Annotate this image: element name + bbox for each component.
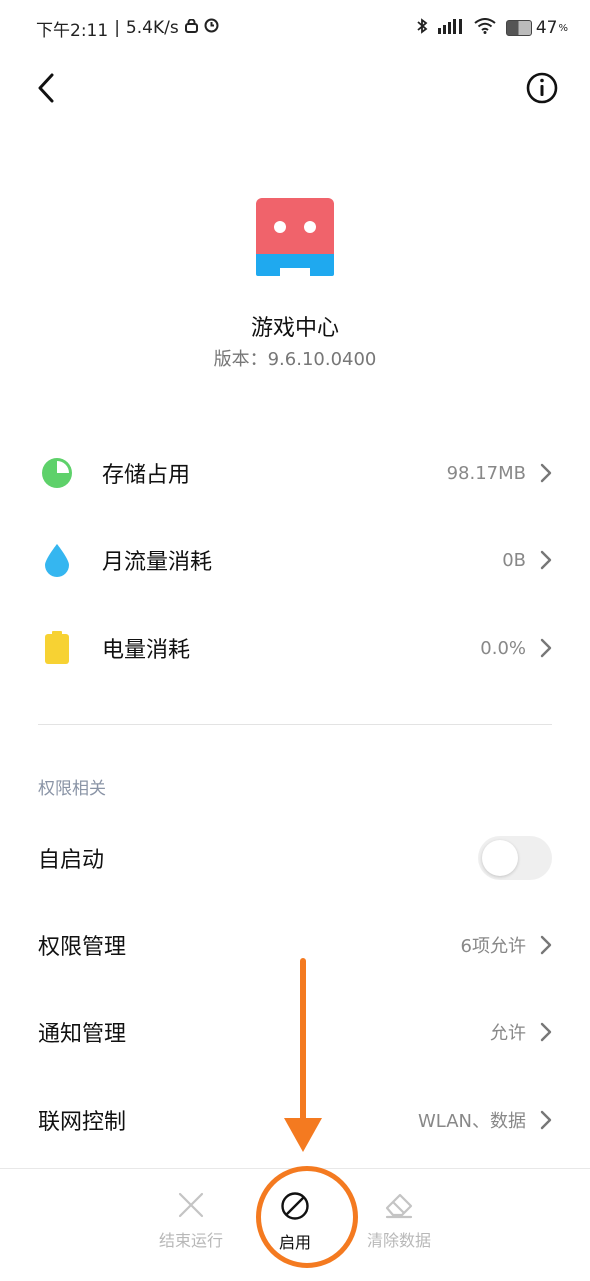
- permission-management-row[interactable]: 权限管理 6项允许: [38, 915, 552, 975]
- battery-icon: [38, 629, 76, 667]
- back-arrow-icon: [38, 73, 54, 103]
- status-time: 下午2:11: [36, 20, 109, 41]
- notification-management-label: 通知管理: [38, 1022, 127, 1047]
- force-stop-button[interactable]: 结束运行: [136, 1191, 246, 1251]
- status-bar: 下午2:11 | 5.4K/s 47%: [36, 14, 568, 42]
- chevron-right-icon: [540, 935, 552, 955]
- signal-icon: [437, 18, 464, 39]
- close-icon: [178, 1192, 204, 1218]
- battery-usage-row[interactable]: 电量消耗 0.0%: [38, 618, 552, 678]
- water-drop-icon: [38, 541, 76, 579]
- notification-management-row[interactable]: 通知管理 允许: [38, 1002, 552, 1062]
- clear-data-label: 清除数据: [366, 1231, 431, 1250]
- eraser-icon: [385, 1193, 413, 1219]
- battery-status: 47%: [505, 18, 568, 38]
- app-version: 版本：9.6.10.0400: [213, 349, 377, 370]
- storage-value: 98.17MB: [446, 462, 526, 484]
- data-usage-row[interactable]: 月流量消耗 0B: [38, 530, 552, 590]
- clear-data-button[interactable]: 清除数据: [344, 1191, 454, 1251]
- status-divider: |: [114, 18, 120, 38]
- pie-chart-icon: [38, 454, 76, 492]
- network-speed: 5.4K/s: [125, 18, 179, 38]
- network-control-label: 联网控制: [38, 1110, 127, 1135]
- bluetooth-icon: [416, 17, 428, 40]
- chevron-right-icon: [540, 1022, 552, 1042]
- annotation-highlight-circle: [256, 1166, 358, 1268]
- battery-usage-value: 0.0%: [480, 637, 526, 659]
- data-usage-value: 0B: [502, 549, 526, 571]
- app-info-button[interactable]: [524, 70, 560, 106]
- autostart-row: 自启动: [38, 828, 552, 888]
- autostart-toggle[interactable]: [478, 836, 552, 880]
- back-button[interactable]: [34, 70, 64, 106]
- battery-status-icon: [505, 20, 532, 36]
- battery-usage-label: 电量消耗: [102, 638, 191, 663]
- clock-icon: [204, 18, 219, 38]
- force-stop-label: 结束运行: [158, 1231, 223, 1250]
- annotation-arrow-shaft: [300, 958, 306, 1126]
- storage-row[interactable]: 存储占用 98.17MB: [38, 443, 552, 503]
- section-divider: [38, 724, 552, 725]
- annotation-arrow-head: [284, 1118, 322, 1152]
- chevron-right-icon: [540, 550, 552, 570]
- data-usage-label: 月流量消耗: [102, 550, 213, 575]
- lock-icon: [184, 18, 198, 38]
- permissions-section-title: 权限相关: [38, 779, 106, 799]
- toggle-knob: [482, 840, 518, 876]
- chevron-right-icon: [540, 463, 552, 483]
- battery-unit: %: [558, 22, 568, 34]
- autostart-label: 自启动: [38, 848, 105, 873]
- notification-management-value: 允许: [490, 1023, 526, 1044]
- app-icon: [256, 198, 334, 276]
- wifi-icon: [474, 17, 496, 39]
- permission-management-label: 权限管理: [38, 935, 127, 960]
- storage-label: 存储占用: [102, 463, 191, 488]
- chevron-right-icon: [540, 638, 552, 658]
- network-control-value: WLAN、数据: [417, 1111, 526, 1132]
- app-name: 游戏中心: [250, 316, 339, 341]
- battery-percent: 47: [535, 18, 558, 38]
- chevron-right-icon: [540, 1110, 552, 1130]
- info-icon: [526, 72, 558, 104]
- permission-management-value: 6项允许: [460, 936, 526, 957]
